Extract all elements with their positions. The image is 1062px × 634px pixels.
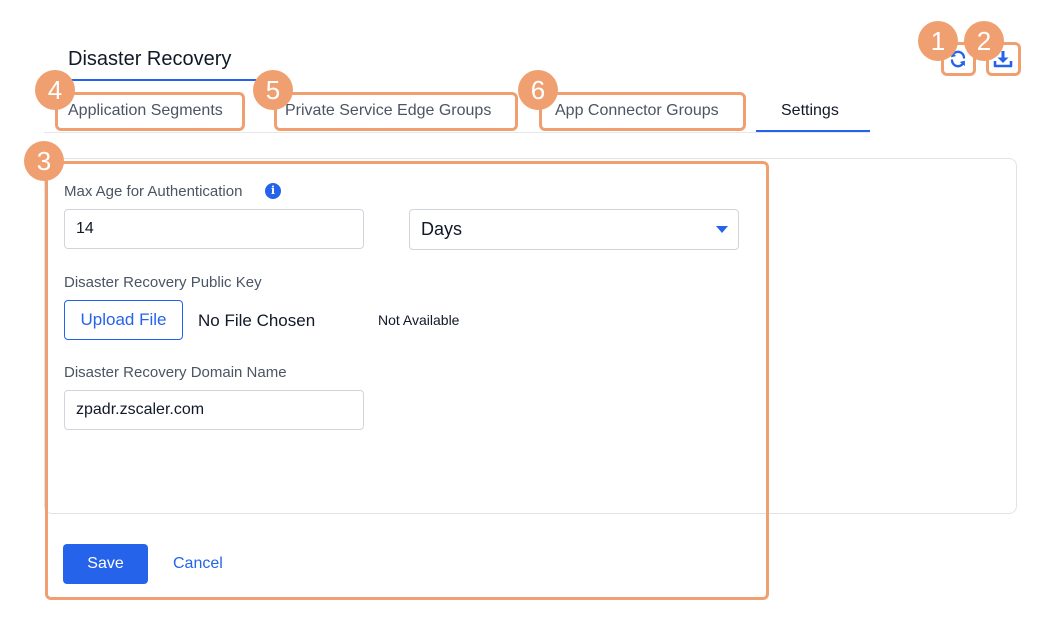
callout-badge-1: 1 [918, 21, 958, 61]
tab-settings[interactable]: Settings [781, 102, 839, 120]
title-underline [60, 79, 256, 81]
tab-private-service-edge-groups[interactable]: Private Service Edge Groups [285, 102, 491, 120]
tab-application-segments[interactable]: Application Segments [68, 102, 223, 120]
max-age-label: Max Age for Authentication [64, 183, 243, 200]
chevron-down-icon [716, 226, 728, 233]
save-button[interactable]: Save [63, 544, 148, 584]
cancel-button[interactable]: Cancel [173, 555, 223, 573]
callout-badge-3: 3 [24, 141, 64, 181]
upload-file-button[interactable]: Upload File [64, 300, 183, 340]
domain-name-label: Disaster Recovery Domain Name [64, 364, 287, 381]
file-status: No File Chosen [198, 311, 316, 330]
domain-name-input[interactable]: zpadr.zscaler.com [64, 390, 364, 430]
page-title: Disaster Recovery [68, 48, 232, 70]
tab-app-connector-groups[interactable]: App Connector Groups [555, 102, 719, 120]
max-age-unit-select[interactable]: Days [409, 209, 739, 250]
callout-badge-5: 5 [253, 70, 293, 110]
callout-badge-2: 2 [964, 21, 1004, 61]
public-key-label: Disaster Recovery Public Key [64, 274, 262, 291]
max-age-input[interactable]: 14 [64, 209, 364, 249]
info-icon[interactable]: i [265, 183, 281, 199]
callout-badge-4: 4 [35, 70, 75, 110]
public-key-availability: Not Available [378, 312, 460, 328]
callout-badge-6: 6 [518, 70, 558, 110]
active-tab-indicator [756, 130, 870, 132]
max-age-unit-value: Days [421, 219, 463, 239]
tabs-divider [44, 132, 870, 133]
